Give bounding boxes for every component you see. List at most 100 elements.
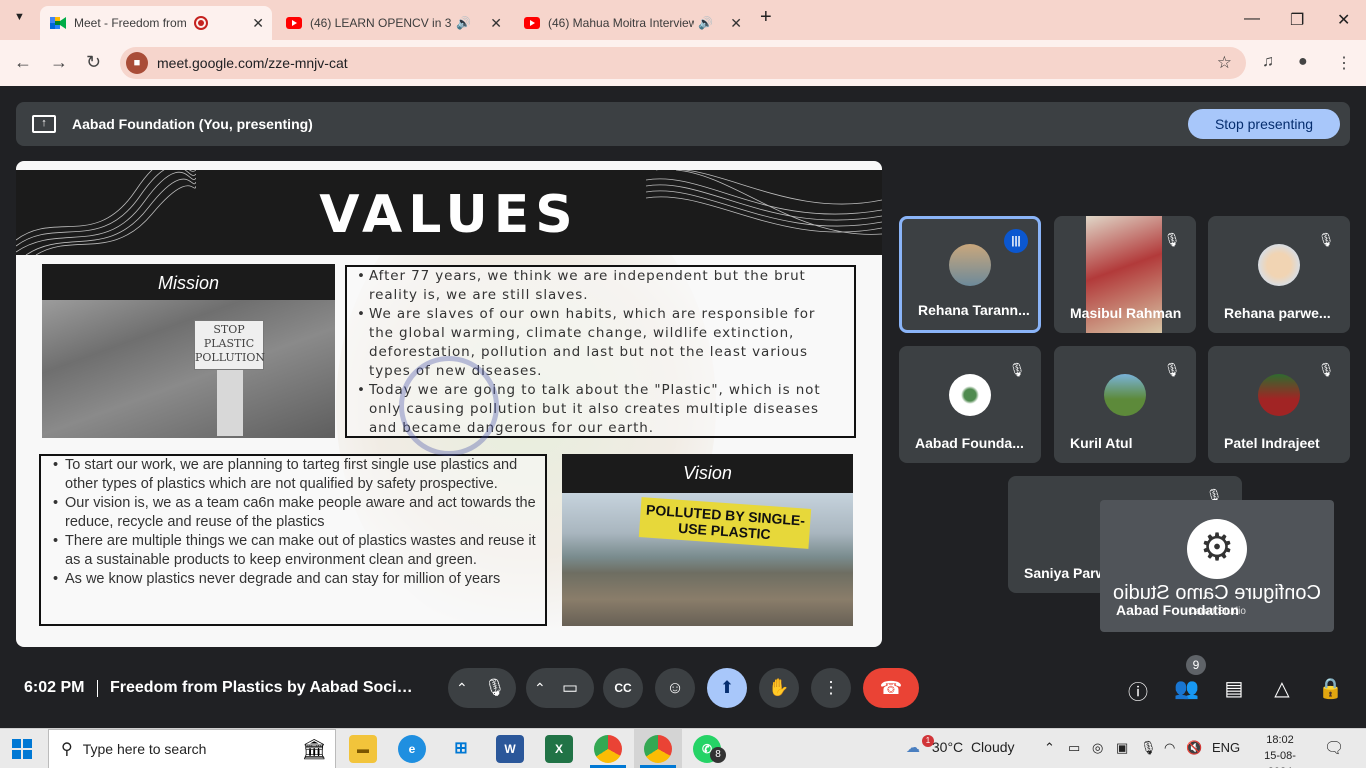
participant-name: Patel Indrajeet — [1224, 435, 1320, 451]
language-indicator[interactable]: ENG — [1212, 740, 1240, 755]
stop-presenting-button[interactable]: Stop presenting — [1188, 109, 1340, 139]
mic-off-icon: 🎙 — [1163, 362, 1181, 377]
word-icon[interactable]: W — [496, 735, 524, 763]
reload-icon[interactable]: ↻ — [86, 52, 101, 73]
edge-icon[interactable]: e — [398, 735, 426, 763]
participant-tile[interactable]: ||| Rehana Tarann... — [899, 216, 1041, 333]
mic-off-icon: 🎙 — [1317, 232, 1335, 247]
back-icon[interactable]: ← — [14, 52, 32, 73]
chrome-icon[interactable] — [594, 735, 622, 763]
mic-icon[interactable]: 🎙 — [1140, 740, 1157, 756]
activities-icon[interactable]: △ — [1270, 676, 1294, 701]
volume-mute-icon[interactable]: 🔇 — [1186, 740, 1202, 756]
store-icon[interactable]: ⊞ — [447, 735, 475, 763]
captions-button[interactable]: CC — [603, 668, 643, 708]
chrome-profile-icon[interactable] — [644, 735, 672, 763]
participant-tile[interactable]: 🎙 Masibul Rahman — [1054, 216, 1196, 333]
screen-share-icon[interactable]: ▣ — [1116, 740, 1128, 756]
mission-photo: STOP PLASTIC POLLUTION — [42, 300, 335, 438]
mic-control[interactable]: ⌃ 🎙 — [448, 668, 516, 708]
raise-hand-button[interactable]: ✋ — [759, 668, 799, 708]
camo-gear-icon: ⚙ — [1187, 519, 1247, 579]
tab-meet[interactable]: Meet - Freedom from Plasti ✕ — [40, 6, 272, 40]
participant-name: Rehana parwe... — [1224, 305, 1331, 321]
speaking-icon: ||| — [1004, 229, 1028, 253]
participant-name: Kuril Atul — [1070, 435, 1133, 451]
meet-icon — [50, 16, 66, 30]
notifications-icon[interactable]: 🗨 — [1324, 738, 1344, 758]
tab-title: (46) Mahua Moitra Interview — [548, 16, 694, 30]
participant-name: Rehana Tarann... — [918, 302, 1030, 318]
avatar — [1258, 373, 1300, 416]
search-placeholder: Type here to search — [82, 741, 207, 757]
emoji-button[interactable]: ☺ — [655, 668, 695, 708]
tab-title: (46) LEARN OPENCV in 3 HO — [310, 16, 452, 30]
camera-control[interactable]: ⌃ ▭ — [526, 668, 594, 708]
camera-icon[interactable]: ▭ — [562, 668, 578, 708]
system-time: 18:02 — [1266, 734, 1294, 746]
media-control-icon[interactable]: ♫ — [1262, 53, 1274, 71]
present-button[interactable]: ⬆ — [707, 668, 747, 708]
slide-title: VALUES — [319, 185, 579, 245]
chevron-up-icon[interactable]: ⌃ — [1044, 740, 1055, 756]
menu-icon[interactable]: ⋮ — [1336, 53, 1352, 73]
forward-icon[interactable]: → — [50, 52, 68, 73]
battery-icon[interactable]: ▭ — [1068, 740, 1080, 756]
people-icon[interactable]: 👥 — [1174, 676, 1199, 701]
windows-taskbar: ⚲ Type here to search 🏛 ▬ e ⊞ W X ✆ 8 ☁ … — [0, 728, 1366, 768]
host-controls-icon[interactable]: 🔒 — [1318, 676, 1343, 701]
tab-search-icon[interactable]: ▼ — [14, 11, 25, 23]
self-view-tile[interactable]: ⚙ Configure Camo Studio Camo Studio Aaba… — [1100, 500, 1334, 632]
close-tab-icon[interactable]: ✕ — [252, 15, 264, 32]
participant-tile[interactable]: 🎙 Kuril Atul — [1054, 346, 1196, 463]
bookmark-star-icon[interactable]: ☆ — [1217, 53, 1232, 73]
vision-point: To start our work, we are planning to ta… — [51, 456, 539, 494]
participant-tile[interactable]: 🎙 Patel Indrajeet — [1208, 346, 1350, 463]
restore-icon[interactable]: ❐ — [1290, 10, 1304, 30]
close-tab-icon[interactable]: ✕ — [490, 15, 502, 32]
presenting-bar: ↑ Aabad Foundation (You, presenting) Sto… — [16, 102, 1350, 146]
webcam-icon[interactable]: ◎ — [1092, 740, 1103, 756]
omnibox[interactable]: ■ meet.google.com/zze-mnjv-cat ☆ — [120, 47, 1246, 79]
chevron-up-icon[interactable]: ⌃ — [534, 668, 546, 708]
gateway-image-icon: 🏛 — [301, 738, 327, 761]
tab-opencv[interactable]: (46) LEARN OPENCV in 3 HO 🔊 ✕ — [280, 6, 510, 40]
whatsapp-badge: 8 — [710, 747, 726, 763]
mic-icon[interactable]: 🎙 — [484, 668, 506, 708]
present-screen-icon: ↑ — [32, 115, 56, 133]
close-window-icon[interactable]: ✕ — [1337, 10, 1350, 30]
tab-mahua[interactable]: (46) Mahua Moitra Interview 🔊 ✕ — [518, 6, 750, 40]
audio-icon[interactable]: 🔊 — [698, 16, 713, 30]
camera-site-icon[interactable]: ■ — [126, 52, 148, 74]
audio-icon[interactable]: 🔊 — [456, 16, 471, 30]
file-explorer-icon[interactable]: ▬ — [349, 735, 377, 763]
taskbar-search[interactable]: ⚲ Type here to search 🏛 — [48, 729, 336, 768]
close-tab-icon[interactable]: ✕ — [730, 15, 742, 32]
avatar — [949, 243, 991, 286]
chevron-up-icon[interactable]: ⌃ — [456, 668, 468, 708]
mic-off-icon: 🎙 — [1008, 362, 1026, 377]
wifi-icon[interactable]: ◠ — [1164, 740, 1175, 756]
participant-tile[interactable]: 🎙 Rehana parwe... — [1208, 216, 1350, 333]
avatar — [1104, 373, 1146, 416]
participant-count-badge: 9 — [1186, 655, 1206, 675]
youtube-icon — [524, 17, 540, 29]
new-tab-button[interactable]: + — [760, 6, 772, 29]
end-call-button[interactable]: ☎ — [863, 668, 919, 708]
participant-tile[interactable]: 🎙 Aabad Founda... — [899, 346, 1041, 463]
system-clock[interactable]: 18:02 15-08-2024 — [1260, 732, 1300, 768]
mic-off-icon: 🎙 — [1317, 362, 1335, 377]
avatar — [1258, 243, 1300, 286]
vision-point: There are multiple things we can make ou… — [51, 532, 539, 570]
chat-icon[interactable]: ▤ — [1222, 676, 1246, 701]
person-figure — [217, 370, 243, 436]
more-options-button[interactable]: ⋮ — [811, 668, 851, 708]
info-icon[interactable]: ⓘ — [1126, 676, 1150, 705]
weather-widget[interactable]: ☁ 1 30°C Cloudy — [906, 735, 1015, 756]
windows-start-icon[interactable] — [12, 739, 32, 759]
profile-icon[interactable]: ● — [1298, 53, 1308, 71]
excel-icon[interactable]: X — [545, 735, 573, 763]
minimize-icon[interactable]: — — [1244, 10, 1260, 28]
chakra-watermark — [399, 356, 499, 456]
meeting-clock: 6:02 PM — [24, 679, 85, 696]
